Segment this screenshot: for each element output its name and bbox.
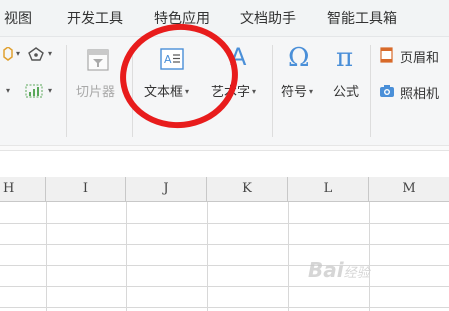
menu-smart-toolbox[interactable]: 智能工具箱: [327, 8, 397, 28]
symbol-label: 符号 ▾: [281, 85, 314, 100]
pentagon-icon: [28, 47, 44, 61]
gem-icon: [3, 47, 13, 61]
grid-line: [369, 202, 370, 311]
column-header-k[interactable]: K: [207, 177, 288, 201]
header-footer-icon: [380, 47, 393, 63]
column-header-l[interactable]: L: [288, 177, 369, 201]
camera-label: 照相机: [400, 87, 440, 102]
column-header-h[interactable]: H: [0, 177, 46, 201]
header-footer-label: 页眉和: [400, 51, 440, 66]
menu-developer-tools[interactable]: 开发工具: [67, 8, 123, 28]
camera-icon: [380, 85, 394, 97]
formula-label: 公式: [333, 85, 360, 100]
grid-line: [0, 307, 449, 308]
column-header-j[interactable]: J: [126, 177, 207, 201]
grid-line: [0, 244, 449, 245]
separator: [66, 45, 67, 137]
grid-line: [0, 286, 449, 287]
slicer-button[interactable]: 切片器: [70, 43, 126, 109]
watermark-logo: Bai经验: [308, 258, 370, 282]
separator: [272, 45, 273, 137]
grid-line: [207, 202, 208, 311]
column-header-row: H I J K L M: [0, 177, 449, 202]
grid-line: [288, 202, 289, 311]
slicer-label: 切片器: [76, 85, 116, 100]
menu-doc-assistant[interactable]: 文档助手: [240, 8, 296, 28]
grid-line: [126, 202, 127, 311]
omega-icon: Ω: [288, 43, 310, 73]
chart-button[interactable]: ▾ ▾: [0, 82, 62, 102]
symbol-button[interactable]: Ω 符号 ▾: [276, 43, 326, 109]
slicer-icon: [87, 49, 109, 71]
gem-button[interactable]: ▾ ▾: [0, 45, 60, 65]
formula-bar-area: [0, 146, 449, 177]
chart-icon: [25, 84, 43, 98]
camera-button[interactable]: 照相机: [376, 81, 449, 103]
formula-input[interactable]: [0, 150, 449, 177]
grid-line: [0, 223, 449, 224]
grid-line: [0, 265, 449, 266]
column-header-i[interactable]: I: [46, 177, 126, 201]
menu-view[interactable]: 视图: [4, 8, 32, 28]
header-footer-button[interactable]: 页眉和: [376, 45, 449, 67]
cell-grid[interactable]: [0, 202, 449, 311]
column-header-m[interactable]: M: [369, 177, 449, 201]
separator: [370, 45, 371, 137]
grid-line: [46, 202, 47, 311]
formula-button[interactable]: π 公式: [328, 43, 368, 109]
pi-icon: π: [336, 43, 354, 73]
menu-bar: 视图 开发工具 特色应用 文档助手 智能工具箱: [0, 0, 449, 37]
